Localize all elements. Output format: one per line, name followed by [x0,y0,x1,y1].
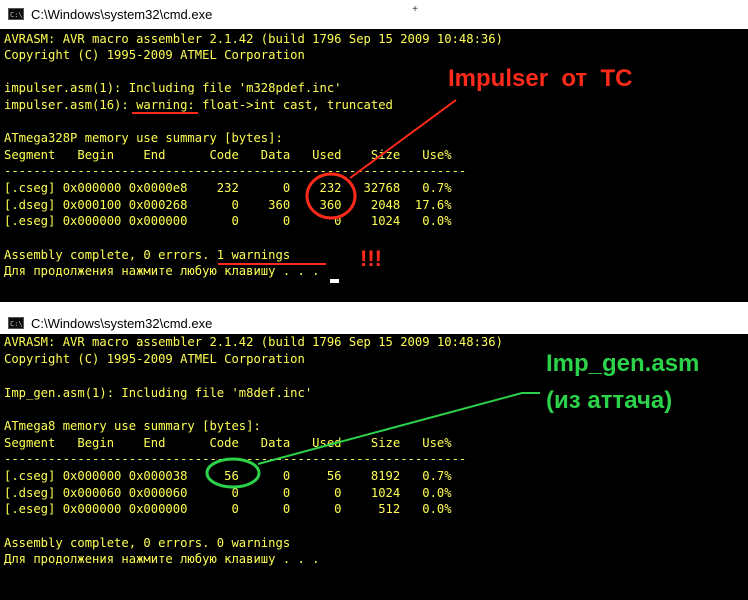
console-line: impulser.asm(16): warning: float->int ca… [4,98,393,112]
console-line: Imp_gen.asm(1): Including file 'm8def.in… [4,386,313,400]
table-row: [.dseg] 0x000060 0x000060 0 0 0 1024 0.0… [4,486,452,500]
console-line: ATmega328P memory use summary [bytes]: [4,131,283,145]
table-row: [.dseg] 0x000100 0x000268 0 360 360 2048… [4,198,452,212]
cmd-icon: C:\ [8,8,24,20]
annotation-from-attachment: (из аттача) [546,387,673,414]
table-header: Segment Begin End Code Data Used Size Us… [4,436,452,450]
window2-console[interactable]: AVRASM: AVR macro assembler 2.1.42 (buil… [0,334,748,600]
table-separator: ----------------------------------------… [4,452,467,466]
window1-title: C:\Windows\system32\cmd.exe [31,7,213,22]
console-line: Assembly complete, 0 errors. 1 warnings [4,248,291,262]
console-line: Для продолжения нажмите любую клавишу . … [4,552,320,566]
console-line: Для продолжения нажмите любую клавишу . … [4,264,320,278]
window2-title: C:\Windows\system32\cmd.exe [31,316,213,331]
resize-mark-icon: + [412,4,418,15]
console-line: Copyright (C) 1995-2009 ATMEL Corporatio… [4,48,305,62]
console-line: AVRASM: AVR macro assembler 2.1.42 (buil… [4,335,503,349]
console-line: Copyright (C) 1995-2009 ATMEL Corporatio… [4,352,305,366]
table-separator: ----------------------------------------… [4,164,467,178]
console-line: ATmega8 memory use summary [bytes]: [4,419,261,433]
cmd-icon: C:\ [8,317,24,329]
table-header: Segment Begin End Code Data Used Size Us… [4,148,452,162]
annotation-exclamation: !!! [360,246,382,271]
window-separator [0,302,748,309]
window1-console[interactable]: AVRASM: AVR macro assembler 2.1.42 (buil… [0,29,748,302]
console-line: impulser.asm(1): Including file 'm328pde… [4,81,342,95]
console-line: Assembly complete, 0 errors. 0 warnings [4,536,291,550]
console-line: AVRASM: AVR macro assembler 2.1.42 (buil… [4,32,503,46]
table-row: [.eseg] 0x000000 0x000000 0 0 0 512 0.0% [4,502,452,516]
window1-titlebar[interactable]: C:\ C:\Windows\system32\cmd.exe + [0,0,748,29]
text-cursor [330,279,339,283]
annotation-imp-gen: Imp_gen.asm [546,350,700,377]
table-row: [.cseg] 0x000000 0x0000e8 232 0 232 3276… [4,181,452,195]
table-row: [.cseg] 0x000000 0x000038 56 0 56 8192 0… [4,469,452,483]
annotation-impulser: Impulser от ТС [448,65,633,92]
table-row: [.eseg] 0x000000 0x000000 0 0 0 1024 0.0… [4,214,452,228]
